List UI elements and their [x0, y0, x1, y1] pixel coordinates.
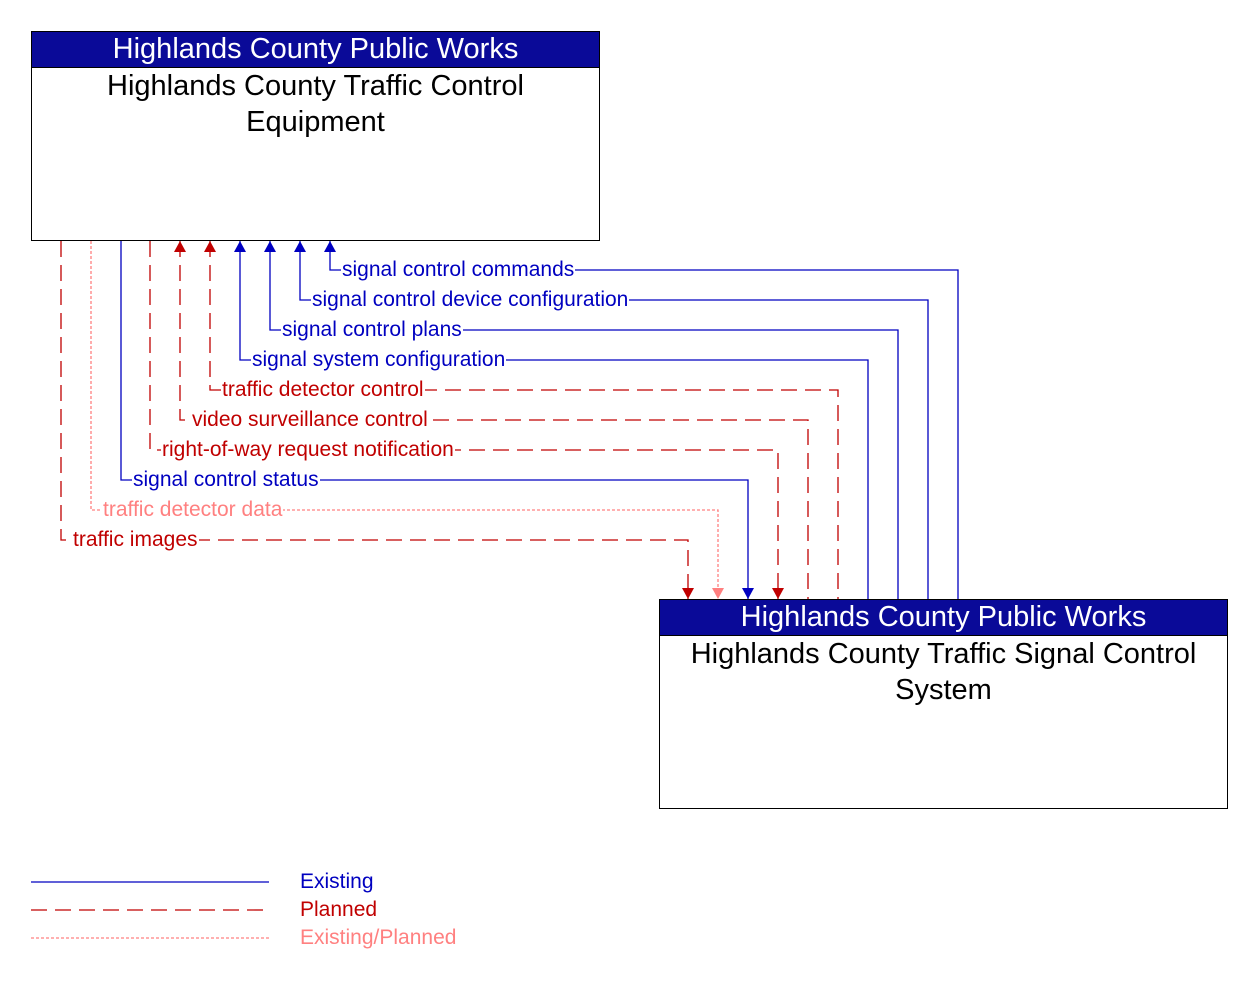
target-element-name: Highlands County Traffic Signal Control … — [690, 638, 1197, 706]
flow-arrow-icon — [324, 241, 336, 252]
flow-arrow-icon — [682, 588, 694, 599]
legend-label-existing: Existing — [300, 870, 374, 893]
flow-arrow-icon — [742, 588, 754, 599]
flow-arrow-icon — [772, 588, 784, 599]
flow-label[interactable]: signal control device configuration — [311, 289, 630, 311]
flow-label[interactable]: signal control commands — [341, 259, 576, 281]
flow-arrow-icon — [712, 588, 724, 599]
target-element-box[interactable]: Highlands County Public Works Highlands … — [659, 599, 1228, 809]
legend-label-existing-planned: Existing/Planned — [300, 926, 457, 949]
flow-label[interactable]: signal control plans — [281, 319, 463, 341]
target-agency-header: Highlands County Public Works — [660, 600, 1227, 636]
legend-label-planned: Planned — [300, 898, 378, 921]
